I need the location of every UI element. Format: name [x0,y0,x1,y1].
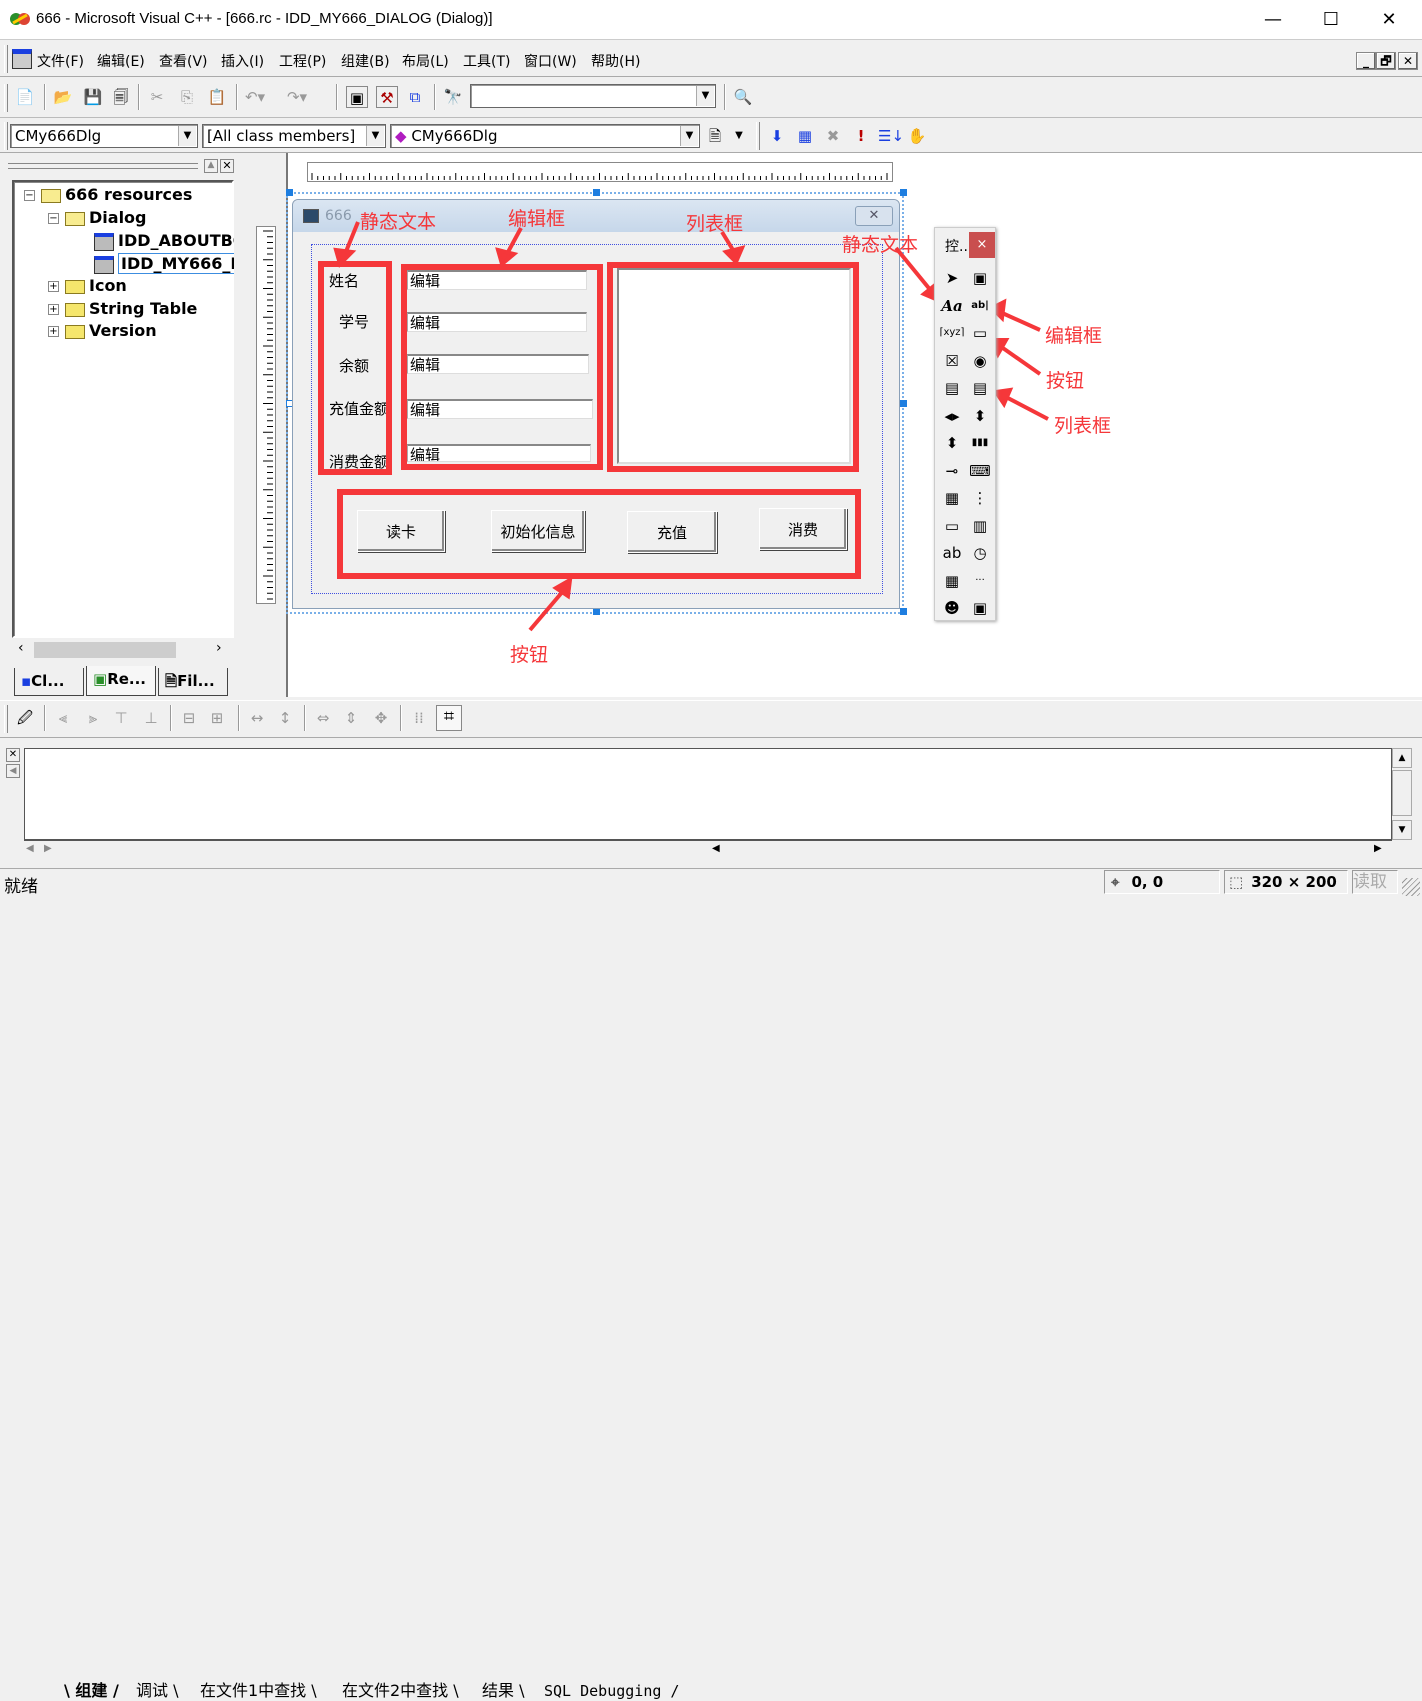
palette-vertical-scrollbar-icon[interactable]: ⬍ [967,404,993,428]
palette-title: 控.. [945,239,968,255]
palette-radio-button-icon[interactable]: ◉ [967,349,993,373]
position-value: 0, 0 [1131,873,1164,891]
palette-horizontal-scrollbar-icon[interactable]: ◂▸ [939,404,965,428]
palette-edit-box-icon[interactable]: ab| [967,294,993,318]
hscroll-right-icon[interactable]: ▶ [1374,843,1382,854]
separator [304,705,306,731]
status-size: ⬚ 320 × 200 [1224,870,1348,894]
scroll-down-icon[interactable]: ▼ [1392,820,1412,840]
tab-scroll-left-icon[interactable]: ◀ [26,843,34,854]
palette-group-box-icon[interactable]: ⌈xyz⌉ [939,321,965,345]
make-same-width-icon[interactable]: ⇔ [312,707,334,729]
output-close-icon[interactable]: ✕ [6,748,20,762]
toggle-guides-icon[interactable]: ⌗ [436,705,462,731]
status-mode: 读取 [1352,870,1398,894]
separator [170,705,172,731]
tab-label: SQL Debugging [544,1682,662,1700]
palette-tree-control-icon[interactable]: ⋮ [967,486,993,510]
space-down-icon[interactable]: ↕ [274,707,296,729]
arrow-static-text [343,221,360,255]
resize-grip[interactable] [1402,878,1420,896]
align-top-icon[interactable]: ⊤ [110,707,132,729]
align-bottom-icon[interactable]: ⊥ [140,707,162,729]
palette-button-icon[interactable]: ▭ [967,321,993,345]
hscroll-left-icon[interactable]: ◀ [712,843,720,854]
arrow-pal-edit [999,310,1041,332]
arrow-pal-static [894,246,934,294]
palette-tab-control-icon[interactable]: ▭ [939,514,965,538]
output-tabs-bar: ◀ ▶ \ 组建 / 调试 \ 在文件1中查找 \ 在文件2中查找 \ 结果 \… [24,840,1392,1700]
test-dialog-icon[interactable]: 🖉 [14,707,36,729]
palette-picture-icon[interactable]: ▣ [967,266,993,290]
arrowhead [552,576,573,600]
arrow-pal-list [1003,394,1049,421]
output-tab-find1[interactable]: 在文件1中查找 \ [200,1681,317,1701]
output-tab-results[interactable]: 结果 \ [482,1681,525,1701]
palette-spin-icon[interactable]: ⬍ [939,431,965,455]
separator [44,705,46,731]
tab-label: 结果 [482,1681,515,1700]
arrow-list [720,230,735,252]
palette-list-box-icon[interactable]: ▤ [967,376,993,400]
palette-list-control-icon[interactable]: ▦ [939,486,965,510]
palette-combo-box-icon[interactable]: ▤ [939,376,965,400]
palette-date-time-picker-icon[interactable]: ◷ [967,541,993,565]
palette-static-text-icon[interactable]: Aa [939,294,965,318]
palette-pointer-icon[interactable]: ➤ [939,266,965,290]
palette-hot-key-icon[interactable]: ⌨ [967,459,993,483]
palette-animate-icon[interactable]: ▥ [967,514,993,538]
output-text-area[interactable] [24,748,1392,840]
tab-label: 调试 [136,1681,169,1700]
arrowhead [992,387,1014,409]
toggle-grid-icon[interactable]: ⁞⁞ [408,707,430,729]
separator [400,705,402,731]
make-same-size-icon[interactable]: ✥ [370,707,392,729]
arrow-edit [506,227,523,253]
controls-palette: 控.. × ➤ ▣ Aa ab| ⌈xyz⌉ ▭ ☒ ◉ ▤ ▤ ◂▸ ⬍ ⬍ ▮▮▮ ⊸ ⌨ ▦ ⋮ ▭ ▥ ab ◷ ▦… [934,227,996,621]
output-vertical-scrollbar[interactable]: ▲ ▼ [1392,748,1412,840]
dialog-toolbar-grip[interactable] [4,705,8,733]
palette-ip-address-icon[interactable]: ··· [967,569,993,593]
make-same-height-icon[interactable]: ⇕ [340,707,362,729]
tab-scroll-right-icon[interactable]: ▶ [44,843,52,854]
status-text: 就绪 [4,877,38,897]
align-right-icon[interactable]: ⫸ [82,707,104,729]
arrow-pal-button [998,344,1042,376]
tab-label: 在文件2中查找 [342,1681,449,1700]
arrowhead [722,245,746,266]
arrowhead [333,247,357,268]
separator [238,705,240,731]
center-horizontal-icon[interactable]: ⊞ [206,707,228,729]
size-value: 320 × 200 [1251,873,1337,891]
size-icon: ⬚ [1229,873,1244,891]
arrow-button [528,588,566,632]
scroll-up-icon[interactable]: ▲ [1392,748,1412,768]
palette-slider-icon[interactable]: ⊸ [939,459,965,483]
center-vertical-icon[interactable]: ⊟ [178,707,200,729]
dialog-toolbar: 🖉 ⫷ ⫸ ⊤ ⊥ ⊟ ⊞ ↔ ↕ ⇔ ⇕ ✥ ⁞⁞ ⌗ [0,700,1422,738]
palette-check-box-icon[interactable]: ☒ [939,349,965,373]
arrowhead [495,247,519,268]
output-tab-debug[interactable]: 调试 \ [136,1681,179,1701]
position-icon: ⌖ [1111,873,1120,891]
tab-label: 组建 [75,1681,108,1700]
palette-progress-icon[interactable]: ▮▮▮ [967,431,993,455]
output-tab-find2[interactable]: 在文件2中查找 \ [342,1681,459,1701]
palette-rich-edit-icon[interactable]: ab [939,541,965,565]
output-tab-build[interactable]: \ 组建 / [64,1681,119,1701]
palette-custom-control-icon[interactable]: ☻ [939,596,965,620]
align-left-icon[interactable]: ⫷ [52,707,74,729]
tab-label: 在文件1中查找 [200,1681,307,1700]
scrollbar-thumb[interactable] [1392,770,1412,816]
status-position: ⌖ 0, 0 [1104,870,1220,894]
palette-month-calendar-icon[interactable]: ▦ [939,569,965,593]
palette-extended-combo-icon[interactable]: ▣ [967,596,993,620]
output-tab-sql-debugging[interactable]: SQL Debugging / [544,1681,679,1701]
palette-close-button[interactable]: × [969,232,995,258]
output-restore-icon[interactable]: ◀ [6,764,20,778]
space-across-icon[interactable]: ↔ [246,707,268,729]
